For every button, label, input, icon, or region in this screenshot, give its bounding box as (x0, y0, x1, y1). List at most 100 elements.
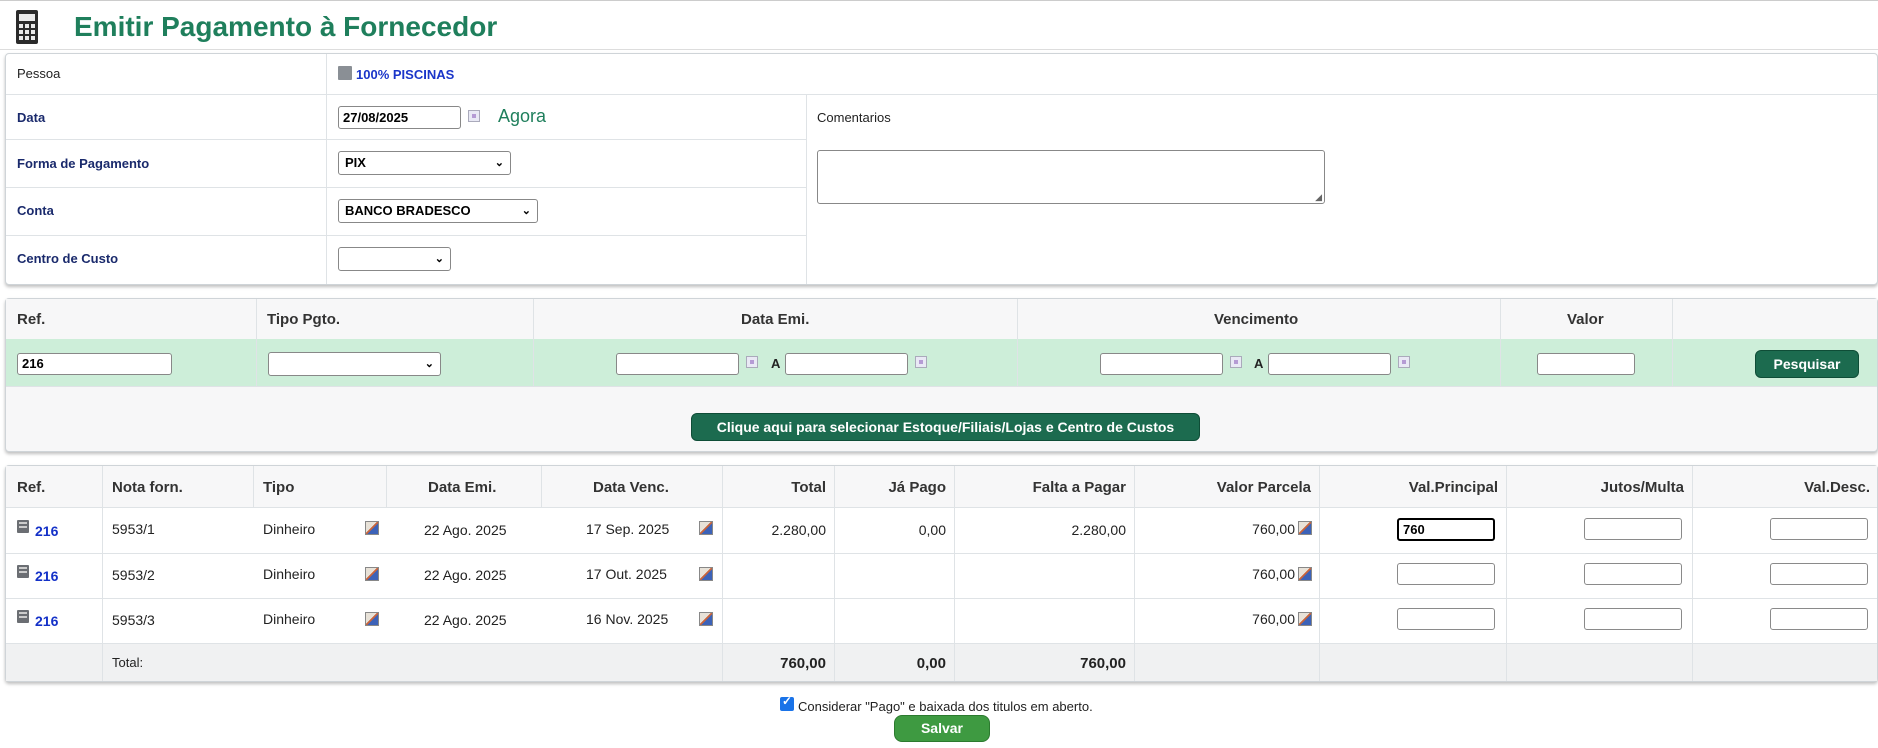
data-input[interactable]: 27/08/2025 (338, 106, 461, 129)
juros-input[interactable] (1584, 563, 1682, 585)
data-emi-cell: 22 Ago. 2025 (424, 612, 507, 628)
pessoa-label: Pessoa (17, 66, 61, 81)
edit-icon[interactable] (365, 612, 379, 626)
forma-pagamento-select[interactable]: PIX ⌄ (338, 151, 511, 175)
tipo-pgto-column-header: Tipo Pgto. (267, 311, 341, 328)
val-principal-input[interactable] (1397, 563, 1495, 585)
valor-parcela-cell: 760,00 (1252, 611, 1295, 627)
juros-input[interactable] (1584, 608, 1682, 630)
edit-icon[interactable] (365, 521, 379, 535)
building-icon (338, 66, 352, 80)
edit-icon[interactable] (1298, 612, 1312, 626)
vencimento-column-header: Vencimento (1214, 311, 1299, 328)
calendar-icon[interactable] (915, 356, 927, 368)
data-emi-cell: 22 Ago. 2025 (424, 522, 507, 538)
table-row: 216 5953/1 Dinheiro 22 Ago. 2025 17 Sep.… (6, 508, 1877, 553)
edit-icon[interactable] (699, 567, 713, 581)
edit-icon[interactable] (699, 612, 713, 626)
edit-icon[interactable] (365, 567, 379, 581)
data-venc-cell: 17 Out. 2025 (586, 566, 667, 582)
ja-pago-column-header: Já Pago (888, 479, 946, 496)
calendar-icon[interactable] (1230, 356, 1242, 368)
nota-cell: 5953/2 (112, 567, 155, 583)
document-icon[interactable] (17, 520, 29, 533)
ref-link[interactable]: 216 (35, 568, 58, 584)
falta-cell: 2.280,00 (1071, 522, 1127, 538)
forma-pagamento-label: Forma de Pagamento (17, 156, 150, 171)
pesquisar-button[interactable]: Pesquisar (1755, 350, 1859, 378)
falta-footer-value: 760,00 (1080, 655, 1126, 672)
chevron-down-icon: ⌄ (494, 157, 504, 169)
ref-link[interactable]: 216 (35, 523, 58, 539)
calendar-icon[interactable] (468, 110, 480, 122)
total-footer-value: 760,00 (780, 655, 826, 672)
calculator-icon (16, 10, 38, 44)
agora-link[interactable]: Agora (498, 106, 546, 127)
val-desc-input[interactable] (1770, 563, 1868, 585)
valor-parcela-column-header: Valor Parcela (1216, 479, 1311, 496)
forma-pagamento-value: PIX (345, 155, 366, 170)
range-separator: A (771, 356, 781, 371)
chevron-down-icon: ⌄ (424, 358, 434, 370)
document-icon[interactable] (17, 610, 29, 623)
resize-handle-icon[interactable]: ◢ (1315, 192, 1322, 203)
edit-icon[interactable] (1298, 567, 1312, 581)
calendar-icon[interactable] (746, 356, 758, 368)
nota-cell: 5953/1 (112, 521, 155, 537)
edit-icon[interactable] (699, 521, 713, 535)
pessoa-link[interactable]: 100% PISCINAS (356, 67, 454, 82)
nota-cell: 5953/3 (112, 612, 155, 628)
valor-search-input[interactable] (1537, 353, 1635, 375)
comentarios-textarea[interactable]: ◢ (817, 150, 1325, 204)
data-venc-cell: 16 Nov. 2025 (586, 611, 669, 627)
tipo-pgto-select[interactable]: ⌄ (268, 352, 441, 376)
total-column-header: Total (791, 479, 826, 496)
salvar-button[interactable]: Salvar (894, 715, 990, 742)
val-desc-column-header: Val.Desc. (1804, 479, 1870, 496)
vencimento-to-input[interactable] (1268, 353, 1391, 375)
centro-custo-select[interactable]: ⌄ (338, 247, 451, 271)
data-emi-column-header: Data Emi. (741, 311, 810, 328)
val-desc-input[interactable] (1770, 518, 1868, 540)
data-venc-cell: 17 Sep. 2025 (586, 521, 670, 537)
search-panel: Ref. Tipo Pgto. Data Emi. Vencimento Val… (5, 298, 1878, 452)
total-cell: 2.280,00 (771, 522, 827, 538)
val-principal-input[interactable]: 760 (1397, 518, 1495, 541)
page-header: Emitir Pagamento à Fornecedor (0, 0, 1878, 50)
data-venc-column-header: Data Venc. (593, 479, 669, 496)
data-emi-from-input[interactable] (616, 353, 739, 375)
table-row: 216 5953/2 Dinheiro 22 Ago. 2025 17 Out.… (6, 554, 1877, 598)
edit-icon[interactable] (1298, 521, 1312, 535)
valor-parcela-cell: 760,00 (1252, 521, 1295, 537)
chevron-down-icon: ⌄ (521, 205, 531, 217)
considerar-pago-label: Considerar "Pago" e baixada dos titulos … (798, 699, 1093, 714)
total-footer-label: Total: (112, 655, 144, 670)
page-title: Emitir Pagamento à Fornecedor (74, 11, 498, 42)
vencimento-from-input[interactable] (1100, 353, 1223, 375)
calendar-icon[interactable] (1398, 356, 1410, 368)
conta-select[interactable]: BANCO BRADESCO ⌄ (338, 199, 538, 223)
conta-label: Conta (17, 203, 54, 218)
document-icon[interactable] (17, 565, 29, 578)
range-separator: A (1254, 356, 1264, 371)
select-estoque-button[interactable]: Clique aqui para selecionar Estoque/Fili… (691, 413, 1200, 441)
data-emi-to-input[interactable] (785, 353, 908, 375)
ref-column-header: Ref. (17, 311, 46, 328)
comentarios-label: Comentarios (817, 110, 891, 125)
val-desc-input[interactable] (1770, 608, 1868, 630)
form-panel: Pessoa 100% PISCINAS Data 27/08/2025 Ago… (5, 53, 1878, 285)
juros-input[interactable] (1584, 518, 1682, 540)
val-principal-input[interactable] (1397, 608, 1495, 630)
tipo-cell: Dinheiro (263, 521, 316, 537)
nota-column-header: Nota forn. (112, 479, 183, 496)
ref-column-header: Ref. (17, 479, 46, 496)
considerar-pago-checkbox[interactable]: ✓ (780, 694, 794, 711)
falta-column-header: Falta a Pagar (1032, 479, 1126, 496)
ref-link[interactable]: 216 (35, 613, 58, 629)
data-emi-cell: 22 Ago. 2025 (424, 567, 507, 583)
results-table-panel: Ref. Nota forn. Tipo Data Emi. Data Venc… (5, 465, 1878, 682)
ref-search-input[interactable]: 216 (17, 353, 172, 375)
tipo-cell: Dinheiro (263, 611, 316, 627)
check-icon: ✓ (782, 694, 793, 708)
ja-pago-cell: 0,00 (918, 522, 946, 538)
